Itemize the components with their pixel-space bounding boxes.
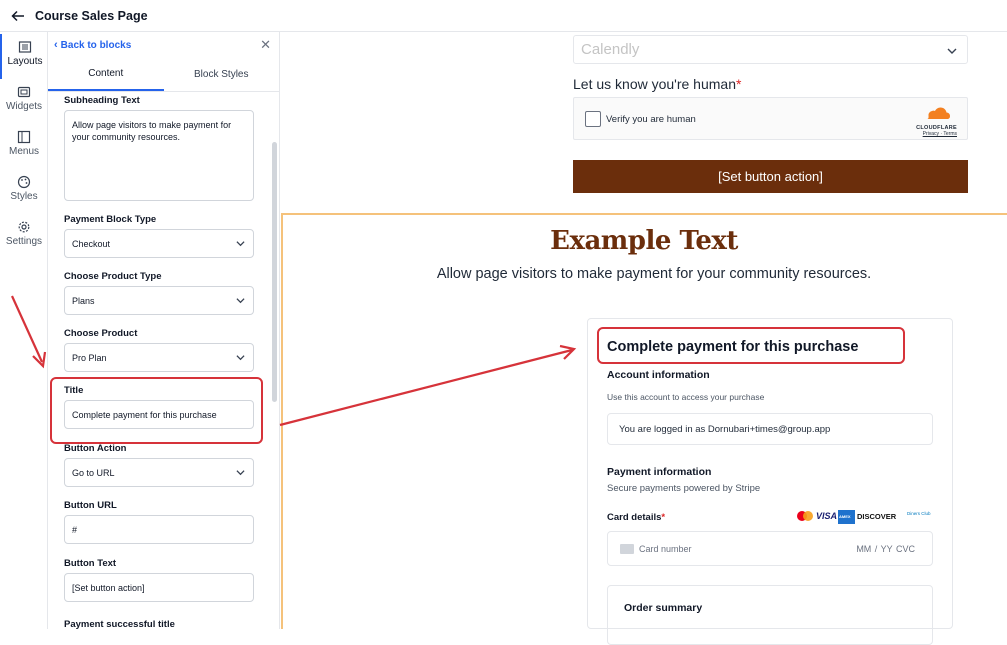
subheading-label: Subheading Text	[64, 95, 140, 106]
required-mark: *	[736, 76, 742, 92]
payment-block-type-select[interactable]: Checkout	[64, 229, 254, 258]
chevron-down-icon	[947, 48, 957, 54]
rail-item-settings[interactable]: Settings	[0, 214, 48, 259]
calendly-placeholder: Calendly	[581, 41, 640, 58]
card-details-text: Card details	[607, 512, 662, 523]
button-url-input[interactable]: #	[64, 515, 254, 544]
button-text-label: Button Text	[64, 558, 117, 569]
rail-label: Widgets	[5, 101, 43, 112]
palette-icon	[17, 175, 31, 189]
back-arrow-icon[interactable]	[11, 9, 25, 23]
calendly-select[interactable]: Calendly	[573, 35, 968, 64]
cloud-icon	[927, 107, 950, 119]
menus-icon	[17, 130, 31, 144]
tab-content[interactable]: Content	[48, 58, 164, 91]
button-text-input[interactable]: [Set button action]	[64, 573, 254, 602]
amex-logo: AMEX	[839, 514, 851, 519]
rail-label: Layouts	[7, 56, 43, 67]
payment-block-type-label: Payment Block Type	[64, 214, 157, 225]
rail-label: Styles	[10, 191, 38, 202]
cloudflare-logo: CLOUDFLARE Privacy · Terms	[905, 106, 957, 137]
chevron-down-icon	[236, 241, 245, 247]
product-label: Choose Product	[64, 328, 138, 339]
captcha-text: Verify you are human	[606, 114, 696, 125]
captcha-links[interactable]: Privacy · Terms	[905, 131, 957, 137]
panel-scrollbar[interactable]	[272, 142, 277, 402]
top-bar: Course Sales Page	[0, 0, 1007, 32]
select-value: Checkout	[72, 238, 111, 249]
account-info-box: You are logged in as Dornubari+times@gro…	[607, 413, 933, 445]
back-to-blocks-label: Back to blocks	[60, 39, 132, 51]
payment-heading: Payment information	[607, 466, 712, 478]
card-brands: VISA AMEX DISCOVER Diners Club	[795, 509, 935, 525]
card-expiry-cvc: MM / YY CVC	[856, 544, 915, 554]
section-title: Example Text	[550, 226, 738, 256]
rail-item-menus[interactable]: Menus	[0, 124, 48, 169]
button-url-label: Button URL	[64, 500, 117, 511]
rail-label: Settings	[5, 236, 43, 247]
back-to-blocks-link[interactable]: ‹ Back to blocks	[54, 39, 131, 51]
layouts-icon	[18, 41, 32, 53]
card-details-label: Card details*	[607, 512, 665, 523]
order-summary-box	[607, 585, 933, 645]
credit-card-icon	[620, 544, 634, 554]
rail-item-styles[interactable]: Styles	[0, 169, 48, 214]
subheading-textarea[interactable]: Allow page visitors to make payment for …	[64, 110, 254, 201]
rail-item-layouts[interactable]: Layouts	[0, 34, 48, 79]
human-check-label: Let us know you're human*	[573, 76, 741, 92]
chevron-down-icon	[236, 298, 245, 304]
success-title-label: Payment successful title	[64, 619, 175, 629]
product-type-label: Choose Product Type	[64, 271, 162, 282]
discover-logo: DISCOVER	[857, 512, 897, 521]
settings-panel: ‹ Back to blocks ✕ Content Block Styles …	[48, 32, 280, 629]
account-hint: Use this account to access your purchase	[607, 392, 765, 402]
chevron-left-icon: ‹	[54, 39, 58, 51]
captcha-checkbox[interactable]	[585, 111, 601, 127]
button-action-select[interactable]: Go to URL	[64, 458, 254, 487]
product-type-select[interactable]: Plans	[64, 286, 254, 315]
select-value: Plans	[72, 295, 95, 306]
page-title: Course Sales Page	[35, 8, 148, 23]
annotation-box-checkout-title	[597, 327, 905, 364]
chevron-down-icon	[236, 355, 245, 361]
rail-label: Menus	[8, 146, 39, 157]
widgets-icon	[17, 86, 31, 98]
visa-logo: VISA	[816, 511, 838, 521]
required-mark: *	[661, 512, 666, 523]
gear-icon	[18, 221, 30, 233]
select-value: Go to URL	[72, 467, 115, 478]
account-heading: Account information	[607, 369, 710, 381]
left-rail: Layouts Widgets Menus Styles Settings	[0, 32, 48, 629]
chevron-down-icon	[236, 470, 245, 476]
diners-logo: Diners Club	[907, 511, 931, 516]
human-check-text: Let us know you're human	[573, 76, 736, 92]
close-icon[interactable]: ✕	[260, 37, 271, 53]
section-subtitle: Allow page visitors to make payment for …	[436, 266, 872, 282]
product-select[interactable]: Pro Plan	[64, 343, 254, 372]
select-value: Pro Plan	[72, 352, 107, 363]
button-action-label: Button Action	[64, 443, 127, 454]
card-number-field[interactable]: Card number MM / YY CVC	[607, 531, 933, 566]
captcha-widget: Verify you are human CLOUDFLARE Privacy …	[573, 97, 968, 140]
set-button-action[interactable]: [Set button action]	[573, 160, 968, 193]
order-summary-title: Order summary	[624, 602, 703, 614]
payment-hint: Secure payments powered by Stripe	[607, 483, 761, 494]
tab-block-styles[interactable]: Block Styles	[164, 58, 280, 91]
rail-item-widgets[interactable]: Widgets	[0, 79, 48, 124]
card-number-placeholder: Card number	[639, 544, 692, 554]
annotation-box-title-field	[50, 377, 263, 444]
